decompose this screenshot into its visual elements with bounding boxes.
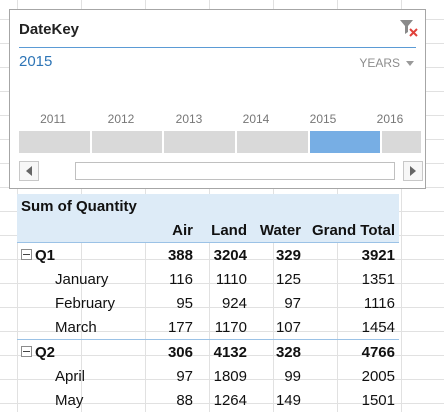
month-row: April 97 1809 99 2005 xyxy=(17,364,399,388)
chevron-down-icon xyxy=(406,61,414,66)
timeline-scrollbar[interactable] xyxy=(19,161,423,181)
grand-total-cell[interactable]: 4766 xyxy=(305,339,399,364)
value-cell[interactable]: 1170 xyxy=(197,315,251,340)
row-labels-header[interactable] xyxy=(17,218,145,243)
value-cell[interactable]: 924 xyxy=(197,291,251,315)
time-level-label: YEARS xyxy=(359,56,400,70)
pivot-title-row: Sum of Quantity xyxy=(17,194,399,218)
value-cell[interactable]: 3204 xyxy=(197,242,251,267)
row-label: Q2 xyxy=(35,343,56,361)
value-cell[interactable]: 149 xyxy=(251,388,305,412)
column-header[interactable]: Water xyxy=(251,218,305,243)
row-label[interactable]: March xyxy=(17,315,145,340)
selected-period-label: 2015 xyxy=(19,53,53,70)
value-cell[interactable]: 1264 xyxy=(197,388,251,412)
column-header[interactable]: Grand Total xyxy=(305,218,399,243)
clear-filter-icon[interactable] xyxy=(399,18,419,38)
value-cell[interactable]: 329 xyxy=(251,242,305,267)
month-row: January 116 1110 125 1351 xyxy=(17,267,399,291)
value-cell[interactable]: 1809 xyxy=(197,364,251,388)
value-cell[interactable]: 97 xyxy=(145,364,197,388)
row-label[interactable]: January xyxy=(17,267,145,291)
value-cell[interactable]: 388 xyxy=(145,242,197,267)
year-label: 2011 xyxy=(40,112,66,126)
chevron-right-icon xyxy=(410,166,416,176)
timeline-bar[interactable] xyxy=(19,131,421,153)
month-row: February 95 924 97 1116 xyxy=(17,291,399,315)
row-label[interactable]: May xyxy=(17,388,145,412)
year-labels: 2011 2012 2013 2014 2015 2016 xyxy=(19,112,421,126)
column-header[interactable]: Air xyxy=(145,218,197,243)
chevron-left-icon xyxy=(26,166,32,176)
grand-total-cell[interactable]: 1454 xyxy=(305,315,399,340)
grand-total-cell[interactable]: 2005 xyxy=(305,364,399,388)
timeline-segment-2011[interactable] xyxy=(19,131,90,153)
timeline-segment-2013[interactable] xyxy=(164,131,235,153)
value-cell[interactable]: 125 xyxy=(251,267,305,291)
year-label: 2012 xyxy=(107,112,135,126)
pivot-table: Sum of Quantity Air Land Water Grand Tot… xyxy=(17,194,399,412)
value-cell[interactable]: 88 xyxy=(145,388,197,412)
collapse-icon[interactable] xyxy=(21,249,32,261)
row-label-cell[interactable]: Q2 xyxy=(17,339,145,364)
pivot-header-row: Air Land Water Grand Total xyxy=(17,218,399,243)
slicer-title: DateKey xyxy=(19,21,80,38)
timeline-segment-2014[interactable] xyxy=(236,131,308,153)
scrollbar-thumb[interactable] xyxy=(75,162,395,180)
timeline-segment-2016[interactable] xyxy=(382,131,421,153)
scroll-right-button[interactable] xyxy=(403,161,423,181)
row-label[interactable]: February xyxy=(17,291,145,315)
year-label: 2015 xyxy=(309,112,337,126)
value-cell[interactable]: 177 xyxy=(145,315,197,340)
grand-total-cell[interactable]: 1116 xyxy=(305,291,399,315)
timeline-segment-2015-selected[interactable] xyxy=(309,131,381,153)
month-row: March 177 1170 107 1454 xyxy=(17,315,399,340)
value-cell[interactable]: 116 xyxy=(145,267,197,291)
value-cell[interactable]: 328 xyxy=(251,339,305,364)
value-cell[interactable]: 95 xyxy=(145,291,197,315)
value-cell[interactable]: 97 xyxy=(251,291,305,315)
quarter-row: Q1 388 3204 329 3921 xyxy=(17,242,399,267)
timeline-slicer[interactable]: DateKey 2015 YEARS 2011 2012 2013 2014 2… xyxy=(9,9,426,189)
grand-total-cell[interactable]: 3921 xyxy=(305,242,399,267)
pivot-title[interactable]: Sum of Quantity xyxy=(17,194,399,218)
year-label: 2014 xyxy=(242,112,270,126)
year-label: 2013 xyxy=(175,112,203,126)
collapse-icon[interactable] xyxy=(21,346,32,358)
row-label[interactable]: April xyxy=(17,364,145,388)
value-cell[interactable]: 107 xyxy=(251,315,305,340)
grand-total-cell[interactable]: 1501 xyxy=(305,388,399,412)
month-row: May 88 1264 149 1501 xyxy=(17,388,399,412)
value-cell[interactable]: 4132 xyxy=(197,339,251,364)
grand-total-cell[interactable]: 1351 xyxy=(305,267,399,291)
slicer-divider xyxy=(19,47,416,48)
row-label-cell[interactable]: Q1 xyxy=(17,242,145,267)
row-label: Q1 xyxy=(35,246,56,264)
scroll-left-button[interactable] xyxy=(19,161,39,181)
value-cell[interactable]: 99 xyxy=(251,364,305,388)
time-level-dropdown[interactable]: YEARS xyxy=(359,56,414,70)
value-cell[interactable]: 1110 xyxy=(197,267,251,291)
timeline-segment-2012[interactable] xyxy=(91,131,163,153)
value-cell[interactable]: 306 xyxy=(145,339,197,364)
column-header[interactable]: Land xyxy=(197,218,251,243)
year-label: 2016 xyxy=(376,112,404,126)
quarter-row: Q2 306 4132 328 4766 xyxy=(17,339,399,364)
